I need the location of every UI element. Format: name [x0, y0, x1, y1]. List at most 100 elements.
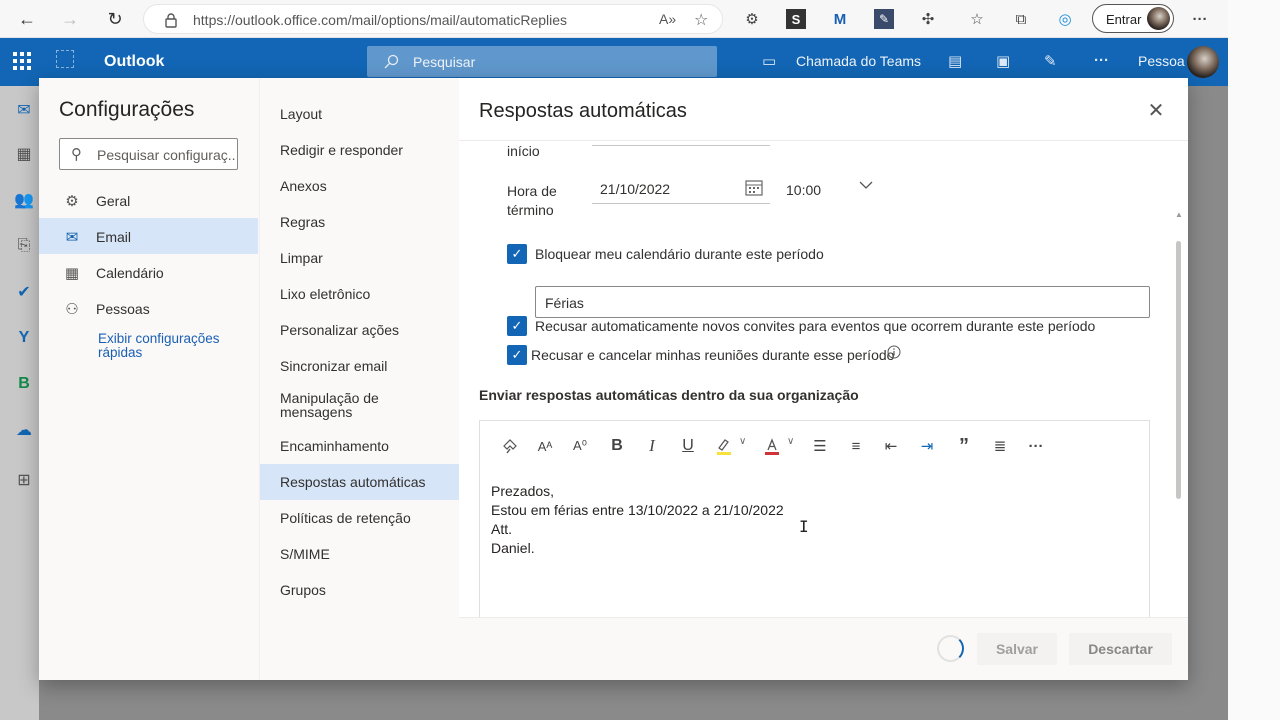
scrollbar-thumb[interactable]	[1176, 241, 1181, 499]
feedback-icon[interactable]: ▤	[948, 52, 962, 70]
mail-search-input[interactable]: Pesquisar	[367, 46, 717, 77]
bullets-icon[interactable]: ☰	[809, 435, 831, 457]
office-icon[interactable]: ▣	[996, 52, 1010, 70]
more-formatting-icon[interactable]: ···	[1025, 435, 1047, 457]
underline-icon[interactable]: U	[677, 435, 699, 457]
discard-button[interactable]: Descartar	[1069, 633, 1172, 665]
mail-rail-icon[interactable]: ✉	[12, 98, 36, 122]
category-calendar[interactable]: ▦ Calendário	[39, 254, 258, 290]
bookings-rail-icon[interactable]: B	[12, 372, 36, 396]
add-favorite-icon[interactable]: ☆	[694, 10, 708, 30]
search-placeholder: Pesquisar	[413, 54, 476, 70]
end-date-underline	[592, 203, 770, 204]
calendar-rail-icon[interactable]: ▦	[12, 142, 36, 166]
message-line: Att.	[491, 521, 513, 537]
decrease-indent-icon[interactable]: ⇤	[880, 435, 902, 457]
italic-icon[interactable]: I	[641, 435, 663, 457]
quick-settings-link[interactable]: Exibir configurações rápidas	[98, 332, 248, 360]
quote-icon[interactable]: ”	[953, 435, 975, 457]
cancel-meetings-checkbox[interactable]: ✓	[507, 345, 527, 365]
category-email[interactable]: ✉ Email	[39, 218, 258, 254]
panel-footer: Salvar Descartar	[459, 617, 1188, 680]
todo-rail-icon[interactable]: ✔	[12, 280, 36, 304]
subsetting-label: Manipulação de mensagens	[280, 390, 379, 420]
more-icon[interactable]: ···	[1190, 9, 1210, 29]
decline-invites-checkbox[interactable]: ✓	[507, 316, 527, 336]
app-launcher-icon[interactable]	[13, 52, 31, 70]
more-options-icon[interactable]: ···	[1094, 52, 1109, 69]
browser-toolbar: ← → ↻ https://outlook.office.com/mail/op…	[0, 0, 1228, 38]
font-size-icon[interactable]: A⁰	[569, 435, 591, 457]
font-icon[interactable]: Aᴬ	[534, 435, 556, 457]
message-editor[interactable]: Aᴬ A⁰ B I U ∨ ∨ ☰ ≡ ⇤ ⇥ ” ≣ ··· Prezados…	[479, 420, 1150, 617]
align-icon[interactable]: ≣	[989, 435, 1011, 457]
end-date-input[interactable]: 21/10/2022	[600, 181, 670, 197]
subsetting-label: Políticas de retenção	[280, 510, 411, 526]
info-icon[interactable]	[887, 345, 901, 362]
teams-call-button[interactable]: Chamada do Teams	[796, 53, 921, 69]
forward-arrow-icon[interactable]: →	[58, 7, 82, 31]
event-title-input[interactable]: Férias	[535, 286, 1150, 318]
end-time-select[interactable]: 10:00	[786, 182, 821, 198]
end-time-label: Hora de término	[507, 183, 557, 218]
signin-label: Entrar	[1106, 12, 1142, 27]
increase-indent-icon[interactable]: ⇥	[916, 435, 938, 457]
close-icon[interactable]: ✕	[1144, 98, 1168, 122]
mail-icon: ✉	[65, 229, 79, 246]
chevron-down-icon[interactable]	[859, 179, 873, 193]
settings-search-input[interactable]: ⚲ Pesquisar configuraç...	[59, 138, 238, 170]
profile-avatar	[1147, 7, 1170, 30]
message-body[interactable]: Prezados, Estou em férias entre 13/10/20…	[491, 482, 784, 558]
app-title: Outlook	[104, 53, 165, 70]
refresh-icon[interactable]: ↻	[103, 7, 127, 31]
calendar-picker-icon[interactable]	[745, 179, 763, 199]
attach-rail-icon[interactable]: ⎘	[12, 234, 36, 258]
favorites-icon[interactable]: ☆	[967, 9, 987, 29]
address-bar[interactable]: https://outlook.office.com/mail/options/…	[143, 4, 723, 34]
highlight-icon[interactable]	[713, 435, 735, 457]
font-color-icon[interactable]	[761, 435, 783, 457]
chevron-down-icon[interactable]: ∨	[787, 436, 794, 447]
puzzle-icon[interactable]: ✣	[918, 9, 938, 29]
format-painter-icon[interactable]	[499, 435, 521, 457]
search-icon: ⚲	[71, 146, 82, 163]
message-line: Daniel.	[491, 540, 535, 556]
back-arrow-icon[interactable]: ←	[15, 7, 39, 31]
start-date-underline	[592, 145, 770, 146]
page-edge	[1228, 0, 1280, 720]
right-background	[1188, 86, 1228, 720]
category-general[interactable]: ⚙ Geral	[39, 182, 258, 218]
extension-icon[interactable]: ⚙	[742, 9, 762, 29]
scroll-up-arrow[interactable]: ▲	[1175, 210, 1183, 219]
screenshot-extension-icon[interactable]: ✎	[874, 9, 894, 29]
category-people[interactable]: ⚇ Pessoas	[39, 290, 258, 326]
read-aloud-icon[interactable]: A»	[659, 11, 676, 27]
subsetting-label: S/MIME	[280, 546, 330, 562]
people-rail-icon[interactable]: 👥	[12, 188, 36, 212]
search-icon	[384, 54, 399, 69]
subsetting-automatic-replies[interactable]: Respostas automáticas	[260, 464, 459, 500]
s-extension-icon[interactable]: S	[786, 9, 806, 29]
panel-title: Respostas automáticas	[479, 100, 687, 122]
user-name: Pessoa	[1138, 53, 1185, 69]
edge-icon[interactable]: ◎	[1055, 9, 1075, 29]
user-avatar[interactable]	[1187, 46, 1219, 78]
numbering-icon[interactable]: ≡	[845, 435, 867, 457]
subsetting-label: Grupos	[280, 582, 326, 598]
collections-icon[interactable]: ⧉	[1011, 9, 1031, 29]
video-call-icon[interactable]: ▭	[762, 52, 776, 70]
save-button[interactable]: Salvar	[977, 633, 1057, 665]
panel-scroll-area[interactable]: início Hora de término 21/10/2022 10:00 …	[459, 141, 1188, 617]
signin-button[interactable]: Entrar	[1092, 4, 1174, 33]
m-extension-icon[interactable]: M	[830, 9, 850, 29]
bold-icon[interactable]: B	[606, 435, 628, 457]
block-calendar-checkbox[interactable]: ✓	[507, 244, 527, 264]
category-label: Pessoas	[96, 301, 150, 317]
subsetting-label: Sincronizar email	[280, 358, 388, 374]
yammer-rail-icon[interactable]: Y	[12, 326, 36, 350]
email-subsettings: Layout Redigir e responder Anexos Regras…	[259, 78, 459, 680]
apps-rail-icon[interactable]: ⊞	[12, 468, 36, 492]
chevron-down-icon[interactable]: ∨	[739, 436, 746, 447]
onedrive-rail-icon[interactable]: ☁	[12, 418, 36, 442]
tasks-icon[interactable]: ✎	[1044, 52, 1057, 70]
